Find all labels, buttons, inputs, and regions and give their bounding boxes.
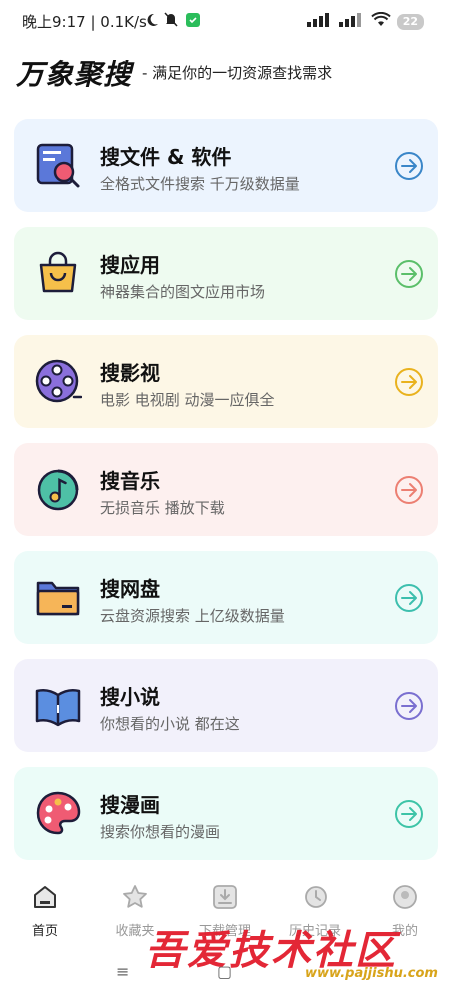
wifi-icon: [370, 11, 391, 31]
card-description: 全格式文件搜索 千万级数据量: [100, 175, 300, 193]
arrow-right-icon[interactable]: [394, 367, 424, 397]
battery-indicator: 22: [396, 13, 424, 30]
card-search-files[interactable]: 搜文件 & 软件 全格式文件搜索 千万级数据量: [14, 119, 438, 212]
moon-icon: [145, 12, 159, 31]
card-title: 搜漫画: [100, 793, 160, 817]
paint-palette-icon: [34, 789, 82, 837]
arrow-right-icon[interactable]: [394, 799, 424, 829]
film-reel-icon: [34, 357, 83, 405]
card-description: 电影 电视剧 动漫一应俱全: [100, 391, 275, 409]
arrow-right-icon[interactable]: [394, 691, 424, 721]
download-icon: [212, 878, 238, 914]
card-title: 搜影视: [100, 361, 160, 385]
file-search-icon: [34, 141, 82, 189]
card-description: 无损音乐 播放下载: [100, 499, 225, 517]
status-time: 晚上9:17 | 0.1K/s: [22, 13, 147, 31]
menu-icon[interactable]: ≡: [116, 962, 129, 981]
card-search-apps[interactable]: 搜应用 神器集合的图文应用市场: [14, 227, 438, 320]
music-note-icon: [34, 465, 82, 513]
card-title: 搜小说: [100, 685, 160, 709]
card-description: 你想看的小说 都在这: [100, 715, 240, 733]
app-title: 万象聚搜: [16, 58, 133, 91]
card-title: 搜应用: [100, 253, 160, 277]
card-title: 搜网盘: [100, 577, 160, 601]
watermark-url: www.pajjishu.com: [305, 966, 438, 981]
card-search-cloud-drive[interactable]: 搜网盘 云盘资源搜索 上亿级数据量: [14, 551, 438, 644]
profile-icon: [392, 878, 418, 914]
card-search-novels[interactable]: 搜小说 你想看的小说 都在这: [14, 659, 438, 752]
signal-2-icon: [338, 12, 365, 31]
card-search-comics[interactable]: 搜漫画 搜索你想看的漫画: [14, 767, 438, 860]
card-title: 搜文件 & 软件: [100, 145, 232, 169]
folder-icon: [34, 573, 82, 621]
card-description: 云盘资源搜索 上亿级数据量: [100, 607, 285, 625]
arrow-right-icon[interactable]: [394, 259, 424, 289]
nav-home[interactable]: 首页: [0, 878, 90, 939]
card-title: 搜音乐: [100, 469, 160, 493]
signal-icon: [306, 12, 333, 31]
arrow-right-icon[interactable]: [394, 151, 424, 181]
status-bar: 晚上9:17 | 0.1K/s 22: [0, 0, 450, 44]
mute-bell-icon: [164, 12, 178, 31]
open-book-icon: [34, 681, 82, 729]
history-icon: [302, 878, 328, 914]
home-button-icon[interactable]: ▢: [217, 962, 232, 981]
nav-label: 首页: [31, 924, 58, 939]
app-notification-icon: [186, 12, 200, 31]
card-search-videos[interactable]: 搜影视 电影 电视剧 动漫一应俱全: [14, 335, 438, 428]
shopping-bag-icon: [34, 249, 82, 297]
arrow-right-icon[interactable]: [394, 475, 424, 505]
star-icon: [122, 878, 148, 914]
app-subtitle: - 满足你的一切资源查找需求: [142, 64, 333, 82]
card-description: 搜索你想看的漫画: [100, 823, 221, 841]
card-description: 神器集合的图文应用市场: [100, 283, 266, 301]
arrow-right-icon[interactable]: [394, 583, 424, 613]
card-search-music[interactable]: 搜音乐 无损音乐 播放下载: [14, 443, 438, 536]
home-icon: [32, 878, 58, 914]
